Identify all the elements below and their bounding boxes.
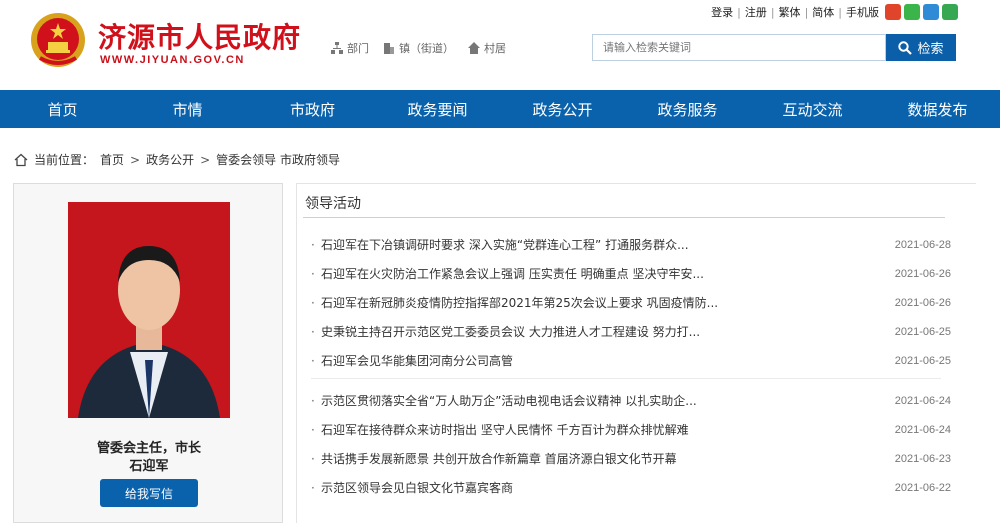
bullet: · xyxy=(311,480,315,495)
search-button-label: 检索 xyxy=(917,42,944,57)
list-item[interactable]: · 石迎军在火灾防治工作紧急会议上强调 压实责任 明确重点 坚决守牢安... 202… xyxy=(311,259,951,288)
news-title[interactable]: 石迎军在下冶镇调研时要求 深入实施“党群连心工程” 打通服务群众... xyxy=(321,236,871,253)
nav-item-home[interactable]: 首页 xyxy=(0,90,125,128)
breadcrumb-prefix: 当前位置： xyxy=(34,153,95,167)
nav-item-interaction[interactable]: 互动交流 xyxy=(750,90,875,128)
quick-link-towns[interactable]: 镇（街道） xyxy=(383,40,454,56)
separator: | xyxy=(737,5,741,19)
list-item[interactable]: · 示范区贯彻落实全省“万人助万企”活动电视电话会议精神 以扎实助企... 2021… xyxy=(311,386,951,415)
traditional-chinese-link[interactable]: 繁体 xyxy=(779,4,801,20)
separator: | xyxy=(838,5,842,19)
news-date: 2021-06-26 xyxy=(894,267,951,280)
site-url: WWW.JIYUAN.GOV.CN xyxy=(100,54,245,66)
nav-item-government[interactable]: 市政府 xyxy=(250,90,375,128)
news-title[interactable]: 示范区领导会见白银文化节嘉宾客商 xyxy=(321,479,871,496)
search-input[interactable] xyxy=(592,34,886,61)
bullet: · xyxy=(311,393,315,408)
quick-link-label: 村居 xyxy=(484,42,506,55)
breadcrumb: 当前位置： 首页 > 政务公开 > 管委会领导 市政府领导 xyxy=(14,151,340,168)
bullet: · xyxy=(311,451,315,466)
main-nav: 首页 市情 市政府 政务要闻 政务公开 政务服务 互动交流 数据发布 xyxy=(0,90,1000,128)
top-links: 登录 | 注册 | 繁体 | 简体 | 手机版 xyxy=(711,4,958,20)
weibo-icon[interactable] xyxy=(885,4,901,20)
bullet: · xyxy=(311,237,315,252)
list-item[interactable]: · 石迎军会见华能集团河南分公司高管 2021-06-25 xyxy=(311,346,951,375)
news-title[interactable]: 示范区贯彻落实全省“万人助万企”活动电视电话会议精神 以扎实助企... xyxy=(321,392,871,409)
building-icon xyxy=(384,43,394,54)
bullet: · xyxy=(311,422,315,437)
quick-link-label: 部门 xyxy=(347,42,369,55)
news-title[interactable]: 石迎军会见华能集团河南分公司高管 xyxy=(321,352,871,369)
app-icon[interactable] xyxy=(923,4,939,20)
list-item[interactable]: · 石迎军在接待群众来访时指出 坚守人民情怀 千方百计为群众排忧解难 2021-06… xyxy=(311,415,951,444)
search-button[interactable]: 检索 xyxy=(886,34,956,61)
login-link[interactable]: 登录 xyxy=(711,4,733,20)
bullet: · xyxy=(311,295,315,310)
list-item[interactable]: · 石迎军在新冠肺炎疫情防控指挥部2021年第25次会议上要求 巩固疫情防... 2… xyxy=(311,288,951,317)
simplified-chinese-link[interactable]: 简体 xyxy=(812,4,834,20)
news-title[interactable]: 石迎军在新冠肺炎疫情防控指挥部2021年第25次会议上要求 巩固疫情防... xyxy=(321,294,871,311)
portrait-image xyxy=(68,202,230,418)
search-bar: 检索 xyxy=(592,34,956,61)
nav-item-public-affairs[interactable]: 政务公开 xyxy=(500,90,625,128)
home-icon xyxy=(14,153,28,166)
news-date: 2021-06-28 xyxy=(894,238,951,251)
quick-link-villages[interactable]: 村居 xyxy=(468,40,506,56)
news-title[interactable]: 共话携手发展新愿景 共创开放合作新篇章 首届济源白银文化节开幕 xyxy=(321,450,871,467)
quick-link-departments[interactable]: 部门 xyxy=(331,40,369,56)
leader-name: 石迎军 xyxy=(129,459,169,474)
news-date: 2021-06-24 xyxy=(894,423,951,436)
register-link[interactable]: 注册 xyxy=(745,4,767,20)
search-icon xyxy=(898,40,913,55)
nav-item-services[interactable]: 政务服务 xyxy=(625,90,750,128)
list-item[interactable]: · 示范区领导会见白银文化节嘉宾客商 2021-06-22 xyxy=(311,473,951,502)
news-list: · 石迎军在下冶镇调研时要求 深入实施“党群连心工程” 打通服务群众... 2021… xyxy=(311,230,951,502)
mobile-version-link[interactable]: 手机版 xyxy=(846,4,879,20)
leader-photo xyxy=(68,202,230,418)
national-emblem-icon xyxy=(31,13,85,67)
nav-item-city-info[interactable]: 市情 xyxy=(125,90,250,128)
home-icon xyxy=(468,42,480,54)
list-item[interactable]: · 共话携手发展新愿景 共创开放合作新篇章 首届济源白银文化节开幕 2021-06-… xyxy=(311,444,951,473)
news-panel: 领导活动 · 石迎军在下冶镇调研时要求 深入实施“党群连心工程” 打通服务群众..… xyxy=(296,183,976,523)
site-title: 济源市人民政府 xyxy=(98,21,302,54)
quick-links: 部门 镇（街道） 村居 xyxy=(331,40,506,56)
org-icon xyxy=(331,42,343,54)
separator: | xyxy=(804,5,809,19)
news-date: 2021-06-22 xyxy=(894,481,951,494)
quick-link-label: 镇（街道） xyxy=(399,42,454,55)
list-item[interactable]: · 石迎军在下冶镇调研时要求 深入实施“党群连心工程” 打通服务群众... 2021… xyxy=(311,230,951,259)
bullet: · xyxy=(311,353,315,368)
nav-item-data[interactable]: 数据发布 xyxy=(875,90,1000,128)
breadcrumb-arrow: > xyxy=(200,152,211,167)
site-header: 济源市人民政府 WWW.JIYUAN.GOV.CN 部门 镇（街道） 村居 登录… xyxy=(0,0,1000,90)
news-title[interactable]: 石迎军在火灾防治工作紧急会议上强调 压实责任 明确重点 坚决守牢安... xyxy=(321,265,871,282)
news-date: 2021-06-23 xyxy=(894,452,951,465)
news-date: 2021-06-26 xyxy=(894,296,951,309)
breadcrumb-leaders[interactable]: 管委会领导 市政府领导 xyxy=(216,151,340,168)
section-title: 领导活动 xyxy=(305,196,361,212)
breadcrumb-public-affairs[interactable]: 政务公开 xyxy=(146,151,194,168)
news-title[interactable]: 石迎军在接待群众来访时指出 坚守人民情怀 千方百计为群众排忧解难 xyxy=(321,421,871,438)
leader-profile: 管委会主任，市长 石迎军 给我写信 xyxy=(13,183,283,523)
bullet: · xyxy=(311,266,315,281)
write-letter-button[interactable]: 给我写信 xyxy=(100,479,198,507)
section-divider xyxy=(303,217,945,218)
news-date: 2021-06-25 xyxy=(894,354,951,367)
accessibility-icon[interactable] xyxy=(942,4,958,20)
social-icons xyxy=(885,4,958,20)
separator: | xyxy=(770,5,775,19)
leader-title: 管委会主任，市长 xyxy=(96,441,201,456)
nav-item-news[interactable]: 政务要闻 xyxy=(375,90,500,128)
breadcrumb-home[interactable]: 首页 xyxy=(100,151,124,168)
news-title[interactable]: 史秉锐主持召开示范区党工委委员会议 大力推进人才工程建设 努力打... xyxy=(321,323,871,340)
news-date: 2021-06-24 xyxy=(894,394,951,407)
news-date: 2021-06-25 xyxy=(894,325,951,338)
breadcrumb-arrow: > xyxy=(130,152,141,167)
bullet: · xyxy=(311,324,315,339)
wechat-icon[interactable] xyxy=(904,4,920,20)
list-item[interactable]: · 史秉锐主持召开示范区党工委委员会议 大力推进人才工程建设 努力打... 2021… xyxy=(311,317,951,346)
list-divider xyxy=(311,378,941,379)
